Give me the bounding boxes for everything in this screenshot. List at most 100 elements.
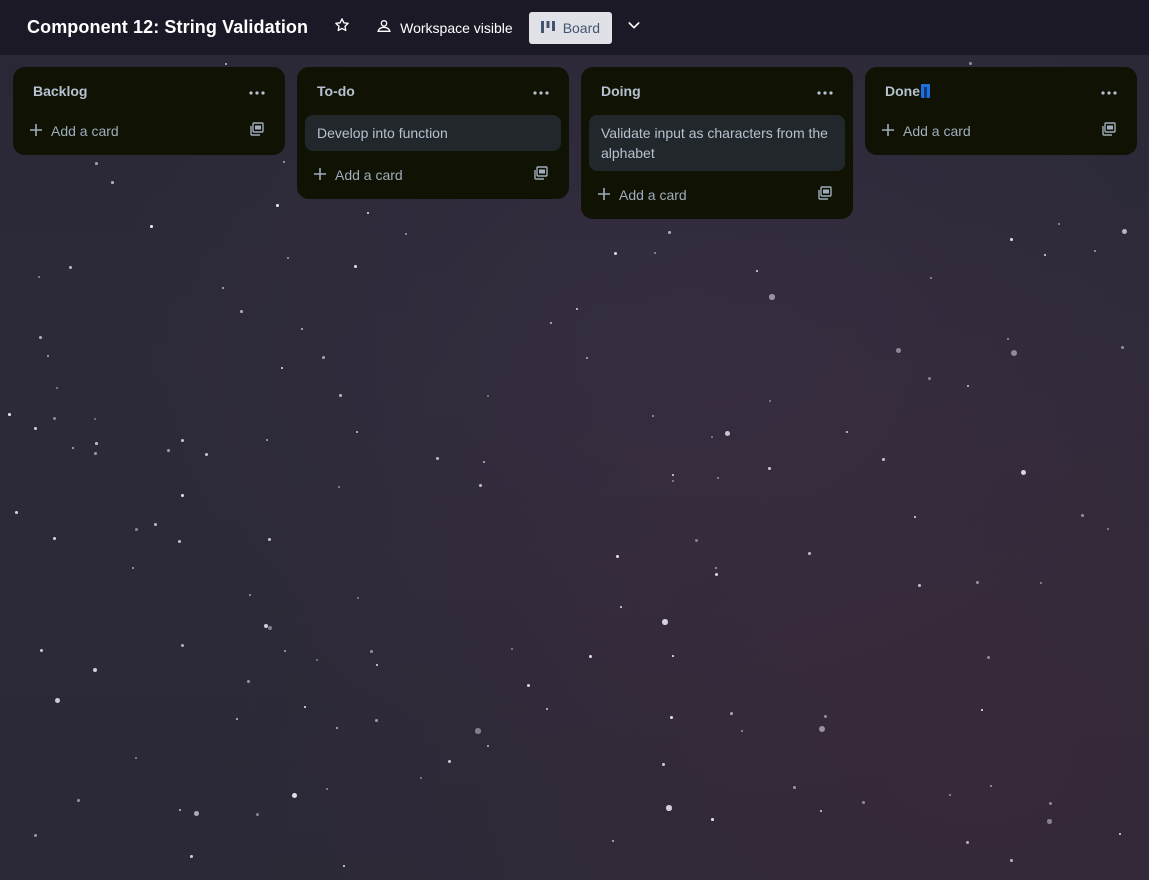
list-menu-button[interactable] xyxy=(1097,79,1121,103)
list-title[interactable]: Backlog xyxy=(33,83,87,99)
view-switcher-chevron[interactable] xyxy=(622,16,646,40)
create-from-template-button[interactable] xyxy=(813,183,837,207)
list-to-do: To-do Develop into function Add a card xyxy=(297,67,569,199)
star-dot xyxy=(487,395,490,398)
star-dot xyxy=(15,511,18,514)
add-card-button[interactable]: Add a card xyxy=(597,187,687,204)
star-dot xyxy=(475,728,481,734)
create-from-template-button[interactable] xyxy=(529,163,553,187)
plus-icon xyxy=(313,167,327,184)
star-dot xyxy=(1094,250,1097,253)
star-dot xyxy=(256,813,259,816)
star-dot xyxy=(711,436,714,439)
star-dot xyxy=(301,328,304,331)
list-footer: Add a card xyxy=(305,159,561,191)
plus-icon xyxy=(881,123,895,140)
people-icon xyxy=(376,18,392,37)
list-menu-button[interactable] xyxy=(813,79,837,103)
star-dot xyxy=(1011,350,1017,356)
card[interactable]: Develop into function xyxy=(305,115,561,151)
star-dot xyxy=(154,523,158,527)
star-dot xyxy=(846,431,849,434)
star-dot xyxy=(614,252,618,256)
star-dot xyxy=(918,584,922,588)
list-title[interactable]: Doing xyxy=(601,83,641,99)
star-dot xyxy=(1122,229,1127,234)
template-icon xyxy=(250,121,264,141)
star-dot xyxy=(167,449,170,452)
star-dot xyxy=(69,266,73,270)
star-dot xyxy=(976,581,980,585)
board-title[interactable]: Component 12: String Validation xyxy=(27,17,308,38)
add-card-button[interactable]: Add a card xyxy=(29,123,119,140)
add-card-button[interactable]: Add a card xyxy=(313,167,403,184)
star-dot xyxy=(511,648,513,650)
list-doing: Doing Validate input as characters from … xyxy=(581,67,853,219)
list-menu-button[interactable] xyxy=(245,79,269,103)
star-dot xyxy=(40,649,44,653)
list-title[interactable]: Done xyxy=(885,83,930,99)
star-dot xyxy=(190,855,193,858)
star-dot xyxy=(316,659,318,661)
star-dot xyxy=(343,865,345,867)
star-dot xyxy=(711,818,714,821)
star-dot xyxy=(77,799,80,802)
star-dot xyxy=(715,567,718,570)
star-dot xyxy=(95,442,98,445)
list-footer: Add a card xyxy=(873,115,1129,147)
list-header: To-do xyxy=(305,67,561,115)
star-dot xyxy=(1121,346,1124,349)
star-dot xyxy=(654,252,657,255)
star-dot xyxy=(339,394,342,397)
star-dot xyxy=(405,233,408,236)
more-icon xyxy=(1101,82,1117,100)
star-dot xyxy=(179,809,181,811)
star-dot xyxy=(281,367,283,369)
list-header: Done xyxy=(873,67,1129,115)
list-menu-button[interactable] xyxy=(529,79,553,103)
star-dot xyxy=(338,486,340,488)
star-dot xyxy=(662,619,668,625)
star-dot xyxy=(247,680,251,684)
star-dot xyxy=(928,377,931,380)
star-dot xyxy=(527,684,531,688)
star-dot xyxy=(725,431,730,436)
create-from-template-button[interactable] xyxy=(1097,119,1121,143)
star-dot xyxy=(354,265,357,268)
star-dot xyxy=(715,573,718,576)
star-dot xyxy=(150,225,153,228)
list-footer: Add a card xyxy=(21,115,277,147)
star-dot xyxy=(53,417,57,421)
star-dot xyxy=(487,745,489,747)
star-dot xyxy=(808,552,811,555)
list-done: Done Add a card xyxy=(865,67,1137,155)
star-dot xyxy=(550,322,553,325)
add-card-button[interactable]: Add a card xyxy=(881,123,971,140)
card-title: Validate input as characters from the al… xyxy=(601,125,828,161)
star-dot xyxy=(966,841,970,845)
star-dot xyxy=(672,474,674,476)
star-dot xyxy=(47,355,50,358)
star-dot xyxy=(322,356,325,359)
star-dot xyxy=(483,461,485,463)
card[interactable]: Validate input as characters from the al… xyxy=(589,115,845,171)
star-dot xyxy=(616,555,620,559)
star-dot xyxy=(287,257,290,260)
star-dot xyxy=(326,788,329,791)
list-footer: Add a card xyxy=(589,179,845,211)
star-dot xyxy=(1007,338,1010,341)
star-dot xyxy=(969,62,972,65)
star-button[interactable] xyxy=(330,16,354,40)
star-dot xyxy=(181,494,184,497)
star-dot xyxy=(375,719,379,723)
star-dot xyxy=(205,453,209,457)
star-dot xyxy=(769,294,775,300)
star-dot xyxy=(914,516,917,519)
star-dot xyxy=(93,668,98,673)
workspace-visibility-button[interactable]: Workspace visible xyxy=(368,12,521,44)
list-title[interactable]: To-do xyxy=(317,83,355,99)
board-view-button[interactable]: Board xyxy=(528,11,613,44)
star-dot xyxy=(94,452,97,455)
star-dot xyxy=(981,709,983,711)
create-from-template-button[interactable] xyxy=(245,119,269,143)
